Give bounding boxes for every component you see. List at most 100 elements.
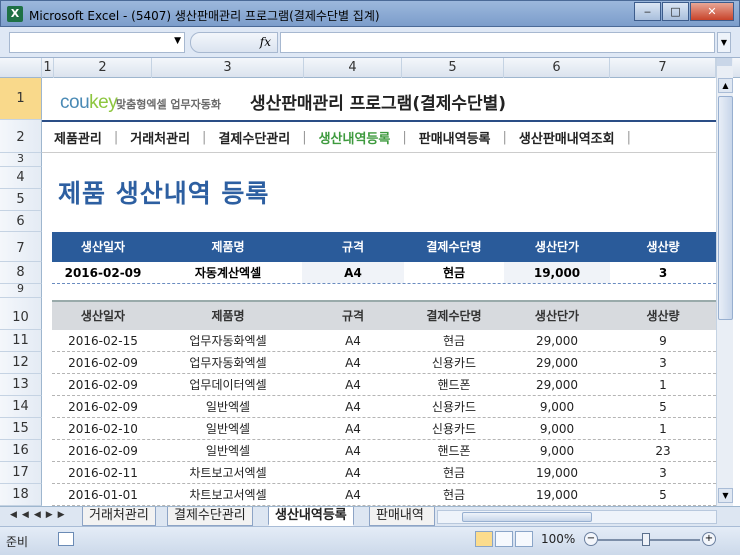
table-cell[interactable]: 1 [610, 374, 716, 395]
table-cell[interactable]: A4 [302, 484, 404, 505]
column-header[interactable]: 2 [54, 58, 152, 78]
maximize-button[interactable]: □ [662, 2, 689, 21]
row-header[interactable]: 6 [0, 211, 42, 232]
row-header[interactable]: 15 [0, 418, 42, 440]
menu-sales-entry[interactable]: 판매내역등록 [407, 128, 503, 147]
table-cell[interactable]: A4 [302, 440, 404, 461]
input-cell[interactable]: 3 [610, 262, 716, 283]
normal-view-icon[interactable] [475, 531, 493, 547]
table-cell[interactable]: 신용카드 [404, 352, 504, 373]
zoom-level[interactable]: 100% [541, 532, 575, 546]
vertical-scrollbar[interactable]: ▲ ▼ [716, 58, 733, 506]
page-layout-view-icon[interactable] [495, 531, 513, 547]
table-cell[interactable]: 1 [610, 418, 716, 439]
table-cell[interactable]: 9,000 [504, 418, 610, 439]
table-row[interactable]: 2016-02-10 일반엑셀 A4 신용카드 9,000 1 [52, 418, 716, 440]
row-header[interactable]: 9 [0, 283, 42, 298]
page-break-view-icon[interactable] [515, 531, 533, 547]
row-header[interactable]: 16 [0, 440, 42, 462]
column-header[interactable]: 3 [152, 58, 304, 78]
sheet-tab-sales[interactable]: 판매내역 [369, 507, 435, 526]
table-cell[interactable]: A4 [302, 396, 404, 417]
table-cell[interactable]: 2016-02-15 [52, 330, 154, 351]
macro-record-icon[interactable] [58, 532, 74, 546]
table-cell[interactable]: 2016-02-11 [52, 462, 154, 483]
table-cell[interactable]: 9,000 [504, 396, 610, 417]
table-cell[interactable]: 2016-02-09 [52, 440, 154, 461]
table-cell[interactable]: A4 [302, 330, 404, 351]
row-header[interactable]: 12 [0, 352, 42, 374]
row-header[interactable]: 10 [0, 298, 42, 330]
row-header[interactable]: 14 [0, 396, 42, 418]
table-row[interactable]: 2016-02-15 업무자동화엑셀 A4 현금 29,000 9 [52, 330, 716, 352]
row-header[interactable]: 3 [0, 153, 42, 167]
table-cell[interactable]: A4 [302, 462, 404, 483]
table-cell[interactable]: 현금 [404, 484, 504, 505]
table-cell[interactable]: 2016-02-09 [52, 396, 154, 417]
table-cell[interactable]: 현금 [404, 330, 504, 351]
scroll-down-icon[interactable]: ▼ [718, 488, 733, 503]
sheet-tab-client[interactable]: 거래처관리 [82, 507, 156, 526]
table-cell[interactable]: 9 [610, 330, 716, 351]
table-cell[interactable]: 현금 [404, 462, 504, 483]
table-row[interactable]: 2016-02-09 일반엑셀 A4 핸드폰 9,000 23 [52, 440, 716, 462]
column-header[interactable]: 6 [504, 58, 610, 78]
table-cell[interactable]: 업무데이터엑셀 [154, 374, 302, 395]
table-cell[interactable]: 핸드폰 [404, 440, 504, 461]
table-cell[interactable]: 19,000 [504, 462, 610, 483]
table-cell[interactable]: A4 [302, 374, 404, 395]
table-cell[interactable]: 핸드폰 [404, 374, 504, 395]
sheet-tab-production[interactable]: 생산내역등록 [268, 507, 354, 526]
sheet-nav-arrows-icon[interactable]: ◀◀◀▶▶ [10, 510, 70, 520]
row-header[interactable]: 7 [0, 232, 42, 262]
table-cell[interactable]: 2016-01-01 [52, 484, 154, 505]
table-cell[interactable]: 2016-02-09 [52, 352, 154, 373]
input-cell[interactable]: 자동계산엑셀 [154, 262, 302, 283]
table-row[interactable]: 2016-02-09 업무자동화엑셀 A4 신용카드 29,000 3 [52, 352, 716, 374]
table-cell[interactable]: 신용카드 [404, 418, 504, 439]
column-header[interactable]: 7 [610, 58, 716, 78]
row-header[interactable]: 11 [0, 330, 42, 352]
table-row[interactable]: 2016-02-09 일반엑셀 A4 신용카드 9,000 5 [52, 396, 716, 418]
name-box[interactable]: ▼ [9, 32, 185, 53]
input-cell[interactable]: 현금 [404, 262, 504, 283]
scroll-thumb[interactable] [718, 96, 733, 320]
horizontal-scrollbar[interactable] [437, 510, 717, 524]
zoom-out-icon[interactable]: − [584, 532, 598, 546]
table-cell[interactable]: A4 [302, 352, 404, 373]
fx-icon[interactable]: fx [260, 35, 271, 49]
excel-app-icon[interactable]: X [7, 6, 23, 22]
input-cell[interactable]: 19,000 [504, 262, 610, 283]
column-header[interactable]: 1 [42, 58, 54, 78]
table-cell[interactable]: 일반엑셀 [154, 396, 302, 417]
table-cell[interactable]: 3 [610, 462, 716, 483]
sheet-grid[interactable]: coukey 맞춤형엑셀 업무자동화 생산판매관리 프로그램(결제수단별) 제품… [42, 78, 716, 506]
table-cell[interactable]: A4 [302, 418, 404, 439]
table-cell[interactable]: 5 [610, 484, 716, 505]
zoom-slider[interactable]: − + [584, 531, 716, 549]
table-cell[interactable]: 5 [610, 396, 716, 417]
close-button[interactable]: ✕ [690, 2, 734, 21]
table-cell[interactable]: 차트보고서엑셀 [154, 462, 302, 483]
scroll-thumb[interactable] [462, 512, 592, 522]
chevron-down-icon[interactable]: ▼ [174, 36, 181, 46]
input-cell[interactable]: 2016-02-09 [52, 262, 154, 283]
zoom-in-icon[interactable]: + [702, 532, 716, 546]
sheet-tab-payment[interactable]: 결제수단관리 [167, 507, 253, 526]
menu-inquiry[interactable]: 생산판매내역조회 [507, 128, 627, 147]
menu-payment[interactable]: 결제수단관리 [206, 128, 302, 147]
row-header[interactable]: 17 [0, 462, 42, 484]
table-cell[interactable]: 업무자동화엑셀 [154, 330, 302, 351]
table-row[interactable]: 2016-02-09 업무데이터엑셀 A4 핸드폰 29,000 1 [52, 374, 716, 396]
table-cell[interactable]: 19,000 [504, 484, 610, 505]
table-cell[interactable]: 29,000 [504, 330, 610, 351]
table-row[interactable]: 2016-02-11 차트보고서엑셀 A4 현금 19,000 3 [52, 462, 716, 484]
table-cell[interactable]: 업무자동화엑셀 [154, 352, 302, 373]
formula-input[interactable] [280, 32, 715, 53]
table-cell[interactable]: 9,000 [504, 440, 610, 461]
menu-product[interactable]: 제품관리 [42, 128, 114, 147]
input-cell[interactable]: A4 [302, 262, 404, 283]
select-all-corner[interactable] [0, 58, 42, 78]
table-cell[interactable]: 3 [610, 352, 716, 373]
table-cell[interactable]: 일반엑셀 [154, 440, 302, 461]
